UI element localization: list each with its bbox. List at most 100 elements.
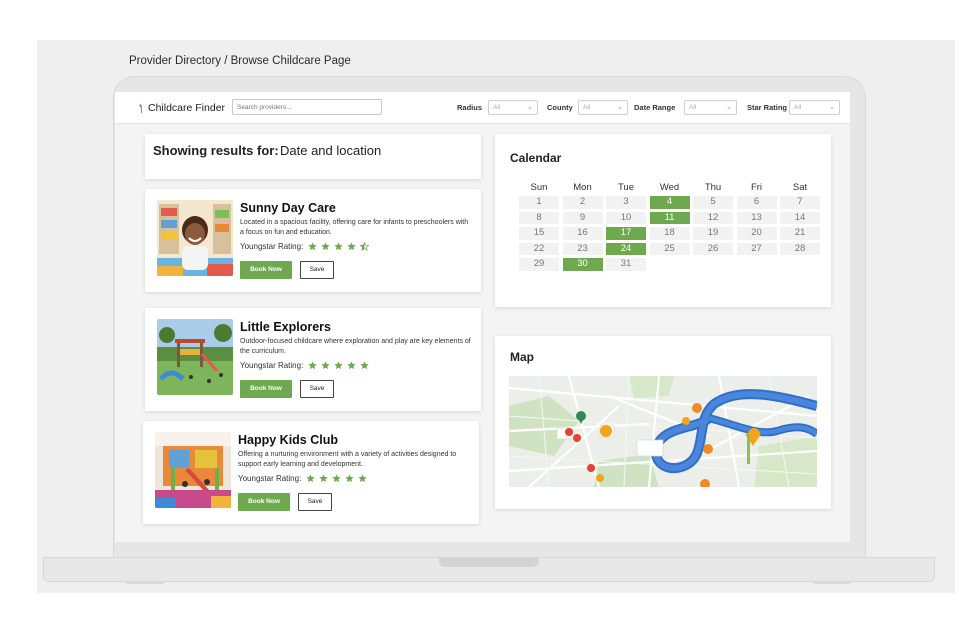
map-view[interactable] [509,376,817,487]
date-range-label: Date Range [634,103,676,112]
star-icon [358,474,367,483]
calendar-day[interactable]: 14 [780,211,820,224]
date-range-select[interactable]: All ⌄ [684,100,737,115]
calendar-day[interactable]: 9 [562,211,603,224]
calendar-empty-cell [737,258,777,271]
rating-label: Youngstar Rating: [238,474,302,483]
save-button[interactable]: Save [298,493,332,511]
county-label: County [547,103,573,112]
calendar-title: Calendar [510,151,562,165]
provider-photo [155,432,231,508]
calendar-day[interactable]: 28 [780,242,820,255]
rating-label: Youngstar Rating: [240,361,304,370]
results-label: Showing results for: [153,143,279,158]
calendar-day[interactable]: 11 [649,211,690,224]
star-icon [345,474,354,483]
provider-card[interactable]: Sunny Day Care Located in a spacious fac… [145,189,481,292]
calendar-empty-cell [780,258,820,271]
calendar-day[interactable]: 25 [649,242,690,255]
star-icon [308,242,317,251]
provider-photo [157,319,233,395]
calendar-day[interactable]: 12 [693,211,733,224]
chevron-down-icon: ⌄ [829,104,835,111]
calendar-day[interactable]: 6 [736,196,777,209]
calendar-day[interactable]: 21 [780,227,820,240]
provider-name[interactable]: Little Explorers [240,320,331,334]
calendar-day[interactable]: 27 [736,242,777,255]
star-icon [306,474,315,483]
laptop-foot [125,581,165,584]
weekday-label: Tue [617,182,635,193]
chevron-down-icon: ⌄ [527,104,533,111]
provider-card[interactable]: Little Explorers Outdoor-focused childca… [145,308,481,411]
calendar-day[interactable]: 24 [606,242,646,255]
laptop-base [43,557,935,582]
star-icon [360,242,370,251]
save-button[interactable]: Save [300,261,334,279]
calendar-day[interactable]: 10 [606,211,646,224]
calendar-day[interactable]: 20 [736,227,777,240]
provider-description: Offering a nurturing environment with a … [238,451,457,468]
calendar-day[interactable]: 1 [519,196,559,209]
calendar-day[interactable]: 26 [693,242,733,255]
calendar-panel: Calendar Sun Mon Tue Wed Thu Fri Sat 1 2 3 4 5 6 7 8 9 1… [495,134,831,307]
results-summary: Showing results for: Date and location [145,134,481,179]
provider-description: Located in a spacious facility, offering… [240,219,469,236]
calendar-day[interactable]: 5 [693,196,733,209]
laptop-notch [439,558,539,567]
calendar-day[interactable]: 30 [562,258,603,271]
brand-name: Childcare Finder [148,102,226,114]
stage-background: Provider Directory / Browse Childcare Pa… [37,40,955,593]
calendar-day[interactable]: 3 [606,196,646,209]
calendar-day[interactable]: 31 [606,258,646,271]
weekday-label: Mon [573,182,592,193]
calendar-day[interactable]: 13 [736,211,777,224]
calendar-day[interactable]: 17 [606,227,646,240]
calendar-grid: Sun Mon Tue Wed Thu Fri Sat 1 2 3 4 5 6 7 8 9 10 11 12 13 14… [519,182,820,271]
page-caption: Provider Directory / Browse Childcare Pa… [129,55,351,67]
results-value: Date and location [280,143,382,158]
calendar-day[interactable]: 7 [780,196,820,209]
search-input[interactable] [232,99,382,115]
provider-name[interactable]: Sunny Day Care [240,201,336,215]
star-icon [319,474,328,483]
star-rating-select[interactable]: All ⌄ [789,100,840,115]
calendar-day[interactable]: 15 [519,227,559,240]
map-panel: Map [495,336,831,509]
weekday-label: Sun [530,182,548,193]
book-now-button[interactable]: Book Now [240,261,292,279]
star-icon [334,361,343,370]
provider-rating: Youngstar Rating: [240,242,370,251]
provider-card[interactable]: Happy Kids Club Offering a nurturing env… [143,421,479,524]
weekday-label: Fri [750,182,763,193]
calendar-day[interactable]: 16 [562,227,603,240]
book-now-button[interactable]: Book Now [238,493,290,511]
provider-photo [157,200,233,276]
calendar-day[interactable]: 29 [519,258,559,271]
book-now-button[interactable]: Book Now [240,380,292,398]
calendar-day[interactable]: 18 [649,227,690,240]
brand[interactable]: Childcare Finder [138,102,225,114]
star-icon [334,242,343,251]
county-select[interactable]: All ⌄ [578,100,628,115]
save-button[interactable]: Save [300,380,334,398]
weekday-label: Wed [659,182,680,193]
top-bar: Childcare Finder Radius All⌄ County All⌄… [115,92,850,124]
star-icon [321,242,330,251]
star-rating [306,474,367,483]
star-icon [347,361,356,370]
provider-rating: Youngstar Rating: [238,474,367,483]
calendar-day[interactable]: 4 [649,196,690,209]
star-icon [347,242,356,251]
star-rating [308,242,370,251]
calendar-day[interactable]: 19 [693,227,733,240]
calendar-day[interactable]: 22 [519,242,559,255]
star-icon [308,361,317,370]
provider-name[interactable]: Happy Kids Club [238,433,338,447]
calendar-day[interactable]: 2 [562,196,603,209]
calendar-day[interactable]: 8 [519,211,559,224]
radius-label: Radius [457,103,483,112]
radius-select[interactable]: All ⌄ [488,100,538,115]
star-icon [360,361,369,370]
calendar-day[interactable]: 23 [562,242,603,255]
